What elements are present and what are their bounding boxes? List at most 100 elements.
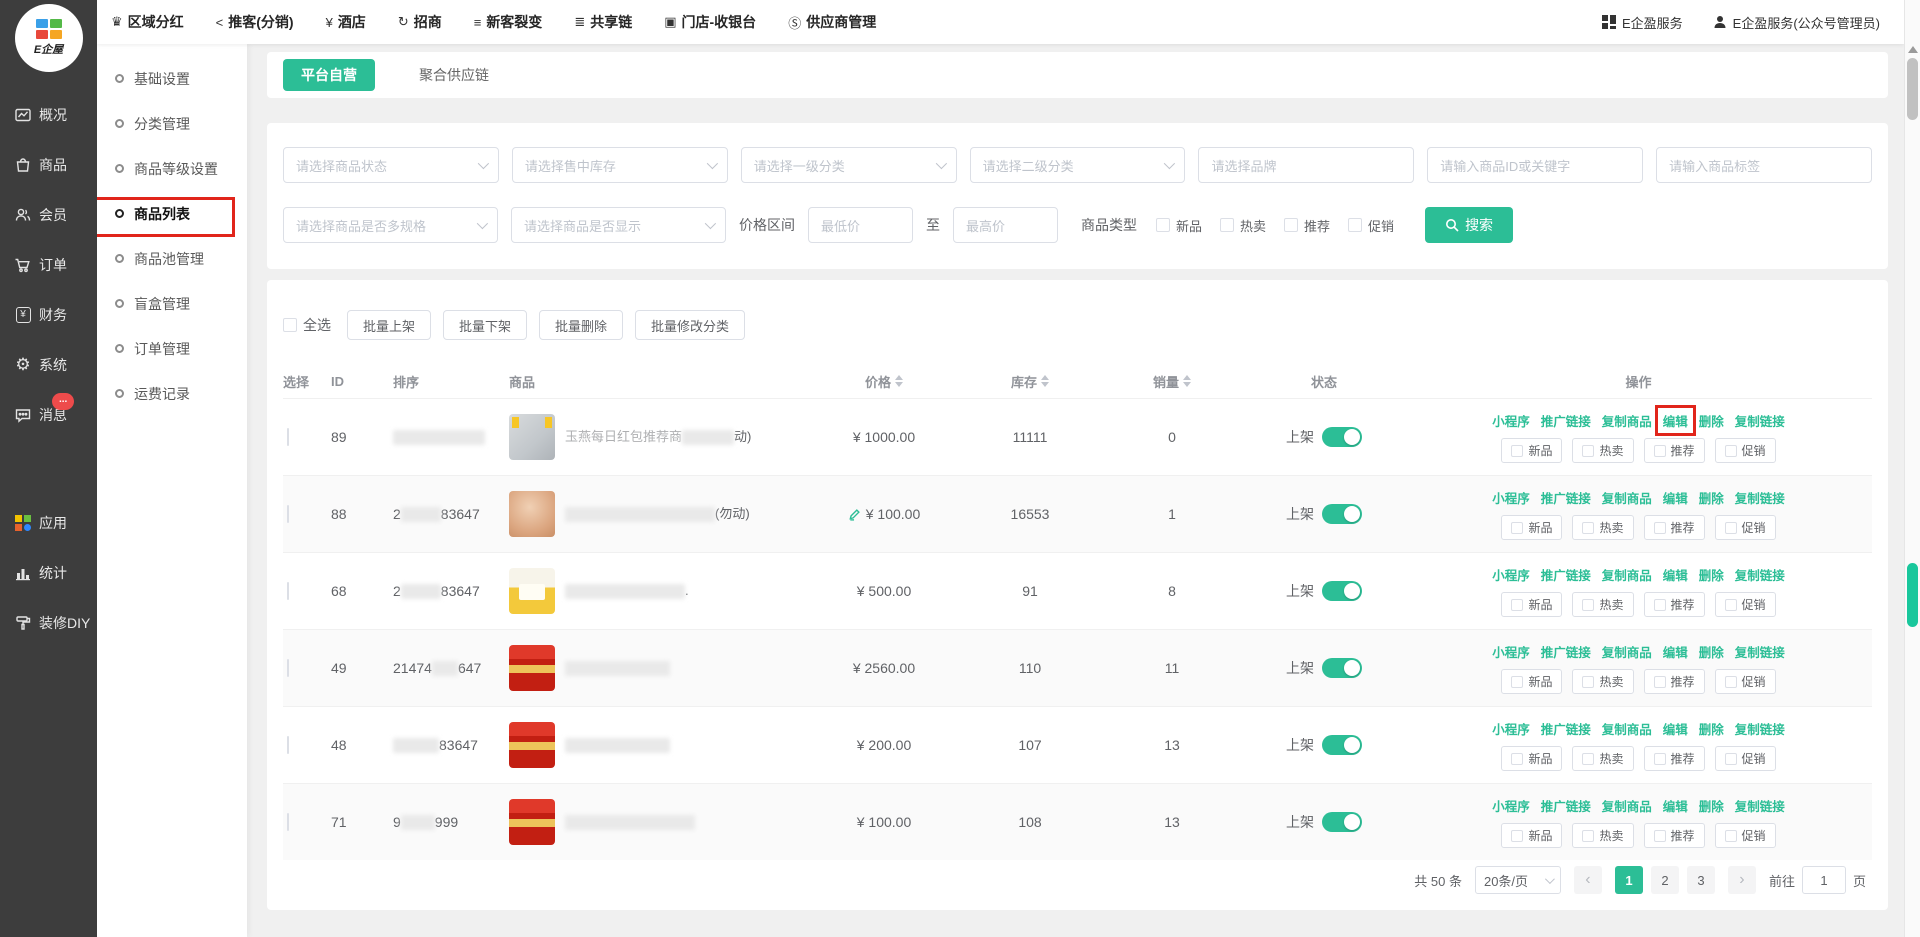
checkbox-icon[interactable]: [1654, 830, 1666, 842]
sort-carets-icon[interactable]: [1183, 375, 1191, 387]
status-toggle[interactable]: [1322, 427, 1362, 447]
batch-button[interactable]: 批量删除: [539, 310, 623, 340]
sidebar-item-apps[interactable]: 应用: [0, 498, 97, 548]
action-link[interactable]: 复制商品: [1602, 796, 1652, 815]
topbar-menu-item[interactable]: ♛ 区域分红: [111, 12, 184, 32]
price-max-input[interactable]: 最高价: [953, 207, 1058, 243]
action-link[interactable]: 编辑: [1663, 488, 1688, 507]
tag-checkbox[interactable]: 新品: [1501, 438, 1562, 463]
tag-checkbox[interactable]: 推荐: [1644, 823, 1705, 848]
submenu-item[interactable]: 基础设置: [97, 56, 247, 101]
edit-pencil-icon[interactable]: [848, 508, 861, 521]
action-link[interactable]: 推广链接: [1541, 488, 1591, 507]
scrollbar-thumb[interactable]: [1907, 58, 1918, 120]
topbar-menu-item[interactable]: ¥ 酒店: [326, 12, 366, 32]
action-link[interactable]: 复制商品: [1602, 719, 1652, 738]
topbar-menu-item[interactable]: ≣ 共享链: [574, 12, 632, 32]
price-min-input[interactable]: 最低价: [808, 207, 913, 243]
checkbox-icon[interactable]: [1654, 676, 1666, 688]
tag-checkbox[interactable]: 促销: [1715, 823, 1776, 848]
page-number-button[interactable]: 1: [1615, 866, 1643, 894]
column-header[interactable]: 库存: [959, 372, 1101, 391]
goods-type-checkbox[interactable]: 新品: [1156, 216, 1202, 235]
goods-type-checkbox[interactable]: 推荐: [1284, 216, 1330, 235]
scrollbar-up-arrow-icon[interactable]: [1908, 46, 1918, 53]
topbar-menu-item[interactable]: ↻ 招商: [398, 12, 442, 32]
prev-page-button[interactable]: ‹: [1574, 866, 1602, 894]
tag-checkbox[interactable]: 新品: [1501, 746, 1562, 771]
tag-checkbox[interactable]: 促销: [1715, 515, 1776, 540]
checkbox-icon[interactable]: [1582, 676, 1594, 688]
checkbox-icon[interactable]: [1582, 445, 1594, 457]
row-checkbox[interactable]: [287, 505, 289, 523]
filter-field[interactable]: 请选择二级分类: [970, 147, 1186, 183]
action-link[interactable]: 小程序: [1492, 796, 1530, 815]
checkbox-icon[interactable]: [1220, 218, 1234, 232]
tag-checkbox[interactable]: 推荐: [1644, 515, 1705, 540]
row-checkbox[interactable]: [287, 582, 289, 600]
tag-checkbox[interactable]: 热卖: [1572, 592, 1633, 617]
topbar-menu-item[interactable]: ≡ 新客裂变: [474, 12, 543, 32]
goto-page-input[interactable]: [1802, 866, 1846, 894]
action-link[interactable]: 删除: [1699, 488, 1724, 507]
multispec-select[interactable]: 请选择商品是否多规格: [283, 207, 498, 243]
tag-checkbox[interactable]: 热卖: [1572, 746, 1633, 771]
checkbox-icon[interactable]: [1511, 753, 1523, 765]
action-link[interactable]: 复制链接: [1735, 719, 1785, 738]
checkbox-icon[interactable]: [1582, 522, 1594, 534]
action-link[interactable]: 复制商品: [1602, 411, 1652, 430]
tag-checkbox[interactable]: 推荐: [1644, 746, 1705, 771]
action-link[interactable]: 小程序: [1492, 565, 1530, 584]
action-link[interactable]: 复制商品: [1602, 488, 1652, 507]
row-checkbox[interactable]: [287, 813, 289, 831]
status-toggle[interactable]: [1322, 735, 1362, 755]
tag-checkbox[interactable]: 新品: [1501, 823, 1562, 848]
sidebar-item-goods[interactable]: 商品: [0, 140, 97, 190]
tag-checkbox[interactable]: 推荐: [1644, 669, 1705, 694]
action-link[interactable]: 删除: [1699, 796, 1724, 815]
action-link[interactable]: 小程序: [1492, 411, 1530, 430]
action-link[interactable]: 删除: [1699, 719, 1724, 738]
tag-checkbox[interactable]: 促销: [1715, 746, 1776, 771]
search-button[interactable]: 搜索: [1425, 207, 1513, 243]
action-link[interactable]: 复制链接: [1735, 488, 1785, 507]
filter-field[interactable]: 请输入商品标签: [1656, 147, 1872, 183]
action-link[interactable]: 删除: [1699, 565, 1724, 584]
checkbox-icon[interactable]: [1654, 522, 1666, 534]
row-checkbox[interactable]: [287, 736, 289, 754]
page-size-select[interactable]: 20条/页: [1475, 866, 1561, 894]
action-link[interactable]: 删除: [1699, 642, 1724, 661]
action-link[interactable]: 复制链接: [1735, 796, 1785, 815]
checkbox-icon[interactable]: [1511, 599, 1523, 611]
row-checkbox[interactable]: [287, 428, 289, 446]
checkbox-icon[interactable]: [1654, 753, 1666, 765]
submenu-item[interactable]: 运费记录: [97, 371, 247, 416]
column-header[interactable]: 价格: [809, 372, 959, 391]
topbar-menu-item[interactable]: < 推客(分销): [216, 12, 294, 32]
goods-type-checkbox[interactable]: 热卖: [1220, 216, 1266, 235]
action-link[interactable]: 复制商品: [1602, 642, 1652, 661]
tag-checkbox[interactable]: 热卖: [1572, 823, 1633, 848]
action-link[interactable]: 小程序: [1492, 642, 1530, 661]
page-number-button[interactable]: 2: [1651, 866, 1679, 894]
checkbox-icon[interactable]: [1582, 753, 1594, 765]
tag-checkbox[interactable]: 推荐: [1644, 592, 1705, 617]
column-header[interactable]: 销量: [1101, 372, 1243, 391]
goods-type-checkbox[interactable]: 促销: [1348, 216, 1394, 235]
sidebar-item-system[interactable]: ⚙ 系统: [0, 340, 97, 390]
topbar-menu-item[interactable]: ▣ 门店-收银台: [664, 12, 756, 32]
page-scrollbar[interactable]: [1904, 0, 1920, 937]
checkbox-icon[interactable]: [1284, 218, 1298, 232]
tag-checkbox[interactable]: 推荐: [1644, 438, 1705, 463]
page-number-button[interactable]: 3: [1687, 866, 1715, 894]
action-link[interactable]: 推广链接: [1541, 642, 1591, 661]
tag-checkbox[interactable]: 新品: [1501, 592, 1562, 617]
checkbox-icon[interactable]: [1582, 830, 1594, 842]
status-toggle[interactable]: [1322, 504, 1362, 524]
checkbox-icon[interactable]: [1348, 218, 1362, 232]
tag-checkbox[interactable]: 促销: [1715, 669, 1776, 694]
tab[interactable]: 平台自营: [283, 59, 375, 91]
action-link[interactable]: 复制商品: [1602, 565, 1652, 584]
submenu-item[interactable]: 分类管理: [97, 101, 247, 146]
tag-checkbox[interactable]: 新品: [1501, 515, 1562, 540]
